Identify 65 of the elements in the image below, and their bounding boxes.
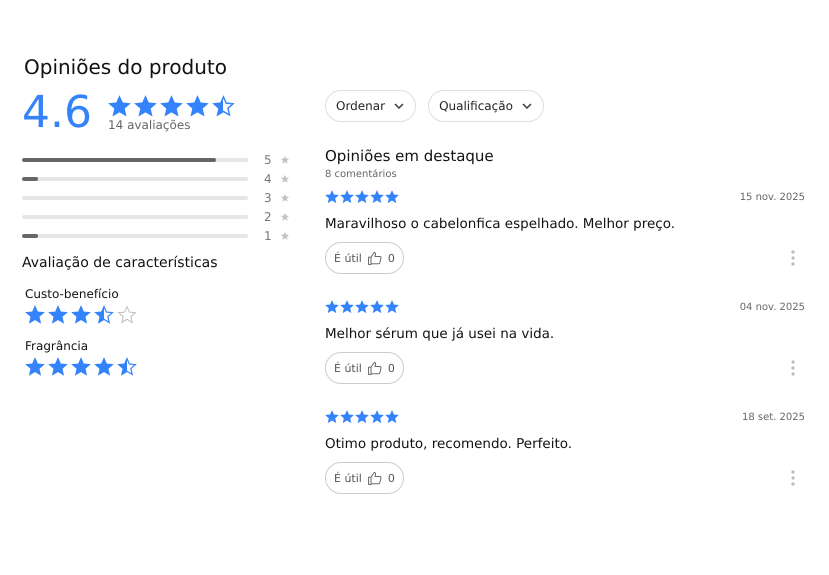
characteristic-name: Custo-benefício [25,287,120,301]
star-icon [186,94,209,118]
more-options-icon[interactable] [791,470,795,486]
star-icon [48,305,68,325]
star-level: 4 [264,172,273,186]
review-count: 14 avaliações [108,118,192,132]
more-options-icon[interactable] [791,250,795,266]
star-icon [108,94,131,118]
star-icon [134,94,157,118]
characteristic-name: Fragrância [25,339,90,353]
star-icon [280,174,290,184]
review-text: Melhor sérum que já usei na vida. [325,326,556,342]
review-text: Maravilhoso o cabelonfica espelhado. Melhor preço. [325,216,676,232]
star-icon [280,231,290,241]
thumbs-up-icon [366,360,383,376]
comment-count: 8 comentários [325,169,398,180]
reviews-title: Opiniões em destaque [325,147,495,165]
star-level: 3 [264,191,273,205]
star-icon [25,357,45,377]
star-icon [385,190,399,204]
star-icon [340,190,354,204]
star-icon [212,94,235,118]
star-level: 1 [264,229,273,243]
star-icon [370,410,384,424]
star-icon [325,300,339,314]
star-icon [71,305,91,325]
review-date: 15 nov. 2025 [740,192,805,202]
star-icon [355,300,369,314]
star-icon [385,410,399,424]
filter-dropdown[interactable]: Ordenar [325,90,416,122]
star-icon [71,357,91,377]
star-icon [280,212,290,222]
star-icon [370,300,384,314]
star-icon [325,190,339,204]
more-options-icon[interactable] [791,360,795,376]
thumbs-up-icon [366,250,383,266]
star-icon [25,305,45,325]
star-icon [340,300,354,314]
star-icon [385,300,399,314]
review-date: 18 set. 2025 [742,412,805,422]
star-icon [280,155,290,165]
star-icon [48,357,68,377]
star-icon [355,190,369,204]
helpful-button[interactable]: É útil 0 [325,242,404,274]
star-icon [325,410,339,424]
characteristics-title: Avaliação de características [22,255,219,271]
star-icon [160,94,183,118]
star-level: 5 [264,153,273,167]
star-icon [370,190,384,204]
star-icon [94,357,114,377]
helpful-button[interactable]: É útil 0 [325,352,404,384]
section-title: Opiniões do produto [24,55,228,79]
helpful-button[interactable]: É útil 0 [325,462,404,494]
review-date: 04 nov. 2025 [740,302,805,312]
star-icon [117,305,137,325]
filter-dropdown[interactable]: Qualificação [428,90,544,122]
star-icon [280,193,290,203]
review-text: Otimo produto, recomendo. Perfeito. [325,436,574,452]
thumbs-up-icon [366,470,383,486]
average-score: 4.6 [22,91,92,135]
star-icon [340,410,354,424]
star-level: 2 [264,210,273,224]
star-icon [355,410,369,424]
star-icon [117,357,137,377]
star-icon [94,305,114,325]
